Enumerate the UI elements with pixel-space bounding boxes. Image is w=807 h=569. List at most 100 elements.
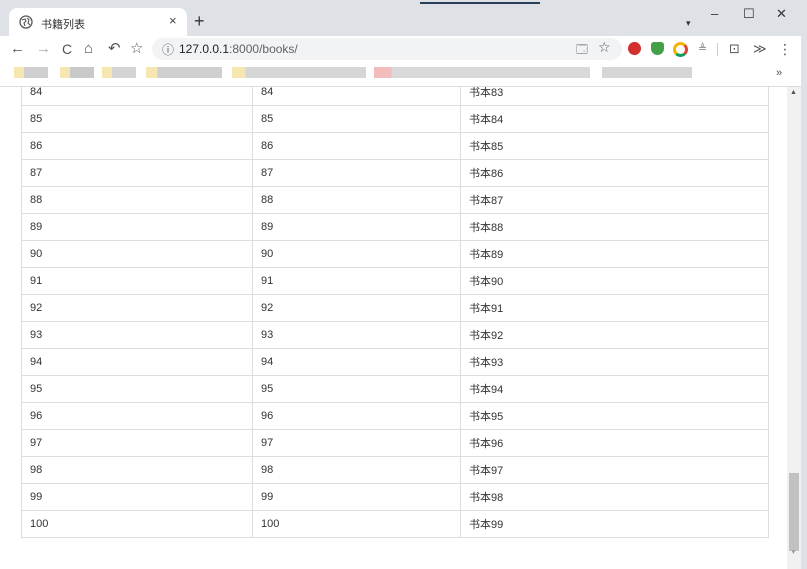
adblock-icon[interactable] — [628, 42, 641, 55]
table-row: 90 90 书本89 — [21, 240, 769, 268]
scrollbar-thumb[interactable] — [789, 473, 799, 551]
window-title-strip — [420, 2, 540, 4]
table-row: 99 99 书本98 — [21, 483, 769, 511]
book-name-cell: 书本88 — [460, 213, 769, 241]
books-table: 84 84 书本83 85 85 书本84 86 86 书本85 87 87 书本86 88 88 书本87… — [21, 87, 769, 538]
globe-icon — [19, 15, 33, 29]
bookmark-item[interactable] — [232, 67, 366, 78]
bookmarks-overflow-icon[interactable]: » — [776, 67, 782, 79]
book-name-cell: 书本86 — [460, 159, 769, 187]
chrome-ring-icon[interactable] — [673, 42, 688, 57]
book-index-cell: 88 — [21, 186, 253, 214]
tab-strip: 书籍列表 × + ▾ – ☐ ✕ — [0, 0, 807, 36]
book-name-cell: 书本92 — [460, 321, 769, 349]
book-id-cell: 96 — [252, 402, 461, 430]
crop-icon[interactable]: ⊡ — [729, 40, 740, 58]
bookmarks-bar: » — [0, 62, 807, 87]
book-index-cell: 90 — [21, 240, 253, 268]
bookmark-item[interactable] — [60, 67, 94, 78]
table-row: 93 93 书本92 — [21, 321, 769, 349]
book-id-cell: 86 — [252, 132, 461, 160]
table-row: 86 86 书本85 — [21, 132, 769, 160]
book-id-cell: 100 — [252, 510, 461, 538]
extension-icon[interactable]: ≜ — [698, 42, 711, 55]
book-name-cell: 书本85 — [460, 132, 769, 160]
shield-icon[interactable] — [651, 42, 664, 55]
undo-icon[interactable]: ↶ — [108, 40, 121, 58]
tab-close-icon[interactable]: × — [169, 13, 177, 28]
book-name-cell: 书本87 — [460, 186, 769, 214]
book-name-cell: 书本95 — [460, 402, 769, 430]
book-name-cell: 书本96 — [460, 429, 769, 457]
book-name-cell: 书本97 — [460, 456, 769, 484]
table-row: 89 89 书本88 — [21, 213, 769, 241]
translate-icon[interactable]: 🗔 — [576, 41, 588, 60]
site-info-icon[interactable]: ⓘ — [162, 41, 174, 58]
bookmark-item[interactable] — [102, 67, 136, 78]
book-index-cell: 89 — [21, 213, 253, 241]
star-icon[interactable]: ☆ — [598, 39, 611, 56]
table-row: 97 97 书本96 — [21, 429, 769, 457]
book-id-cell: 94 — [252, 348, 461, 376]
scroll-up-arrow-icon[interactable]: ▲ — [790, 89, 797, 96]
book-index-cell: 85 — [21, 105, 253, 133]
book-name-cell: 书本98 — [460, 483, 769, 511]
bookmark-item[interactable] — [14, 67, 48, 78]
minimize-button[interactable]: – — [711, 6, 718, 21]
book-index-cell: 87 — [21, 159, 253, 187]
bookmark-star-icon[interactable]: ☆ — [130, 40, 143, 58]
book-name-cell: 书本83 — [460, 87, 769, 106]
reload-button[interactable]: C — [62, 40, 72, 58]
book-name-cell: 书本91 — [460, 294, 769, 322]
address-bar[interactable]: ⓘ 127.0.0.1:8000/books/ 🗔 ☆ — [152, 38, 622, 60]
tab-books[interactable]: 书籍列表 × — [9, 8, 187, 36]
table-row: 92 92 书本91 — [21, 294, 769, 322]
new-tab-button[interactable]: + — [194, 12, 205, 30]
table-row: 85 85 书本84 — [21, 105, 769, 133]
book-name-cell: 书本84 — [460, 105, 769, 133]
book-id-cell: 91 — [252, 267, 461, 295]
home-button[interactable]: ⌂ — [84, 40, 93, 58]
book-id-cell: 84 — [252, 87, 461, 106]
url-text[interactable]: 127.0.0.1:8000/books/ — [179, 42, 298, 56]
back-button[interactable]: ← — [10, 40, 25, 58]
table-row: 100 100 书本99 — [21, 510, 769, 538]
book-name-cell: 书本99 — [460, 510, 769, 538]
book-name-cell: 书本93 — [460, 348, 769, 376]
book-index-cell: 97 — [21, 429, 253, 457]
table-row: 88 88 书本87 — [21, 186, 769, 214]
book-index-cell: 86 — [21, 132, 253, 160]
book-index-cell: 92 — [21, 294, 253, 322]
window-frame — [801, 0, 807, 569]
book-index-cell: 99 — [21, 483, 253, 511]
scroll-down-arrow-icon[interactable]: ▼ — [790, 549, 797, 556]
book-id-cell: 87 — [252, 159, 461, 187]
page-viewport: 84 84 书本83 85 85 书本84 86 86 书本85 87 87 书本86 88 88 书本87… — [0, 87, 787, 569]
url-host: 127.0.0.1 — [179, 42, 230, 56]
book-index-cell: 100 — [21, 510, 253, 538]
tab-search-icon[interactable]: ▾ — [686, 18, 691, 29]
book-id-cell: 99 — [252, 483, 461, 511]
forward-button[interactable]: → — [36, 40, 51, 58]
bookmark-item[interactable] — [374, 67, 590, 78]
book-index-cell: 94 — [21, 348, 253, 376]
bookmark-item[interactable] — [602, 67, 692, 78]
maximize-button[interactable]: ☐ — [743, 6, 755, 22]
menu-icon[interactable]: ⋮ — [778, 40, 792, 58]
table-row: 94 94 书本93 — [21, 348, 769, 376]
book-id-cell: 93 — [252, 321, 461, 349]
close-window-button[interactable]: ✕ — [776, 6, 787, 22]
bookmark-item[interactable] — [146, 67, 222, 78]
vertical-scrollbar[interactable]: ▲ ▼ — [787, 87, 801, 569]
url-path: :8000/books/ — [229, 42, 298, 56]
table-row: 91 91 书本90 — [21, 267, 769, 295]
book-index-cell: 91 — [21, 267, 253, 295]
books-table-body: 84 84 书本83 85 85 书本84 86 86 书本85 87 87 书本86 88 88 书本87… — [21, 87, 769, 538]
book-id-cell: 90 — [252, 240, 461, 268]
book-index-cell: 95 — [21, 375, 253, 403]
book-index-cell: 93 — [21, 321, 253, 349]
book-index-cell: 98 — [21, 456, 253, 484]
tab-title: 书籍列表 — [41, 19, 85, 31]
extensions-overflow-icon[interactable]: ≫ — [753, 40, 767, 58]
table-row: 98 98 书本97 — [21, 456, 769, 484]
